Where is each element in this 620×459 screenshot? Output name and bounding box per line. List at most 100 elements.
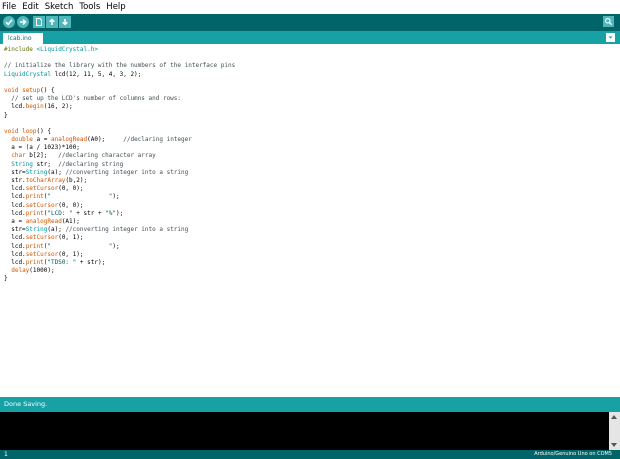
code-token: (0, 0); (58, 185, 84, 193)
code-token: (a); (47, 168, 66, 176)
code-text: #include <LiquidCrystal.h> // initialize … (4, 46, 235, 283)
code-token: lcd. (4, 193, 26, 201)
code-token: (0, 1); (58, 250, 84, 258)
code-token: // set up the LCD's number of columns an… (11, 95, 182, 103)
code-token: String (25, 168, 48, 176)
menu-edit[interactable]: Edit (22, 0, 38, 14)
code-line: lcd.print("TDS0: " + str); (4, 259, 235, 267)
code-token: void (4, 86, 19, 94)
code-line: #include <LiquidCrystal.h> (4, 46, 235, 54)
console-output[interactable] (0, 412, 609, 450)
code-line: lcd.begin(16, 2); (4, 103, 235, 111)
code-token: LiquidCrystal (4, 70, 51, 78)
code-token: begin (25, 103, 44, 111)
code-token: str; (32, 160, 59, 168)
code-token: (16, 2); (43, 103, 73, 111)
arrow-up-icon (49, 18, 55, 25)
code-token: loop (22, 127, 37, 135)
code-token: lcd. (4, 201, 26, 209)
code-token: print (25, 258, 44, 266)
code-token: a = (a / 1023)*100; (4, 144, 80, 152)
code-line: LiquidCrystal lcd(12, 11, 5, 4, 3, 2); (4, 71, 235, 79)
code-line: String str; //declaring string (4, 161, 235, 169)
code-line: // initialize the library with the numbe… (4, 62, 235, 70)
code-line: // set up the LCD's number of columns an… (4, 95, 235, 103)
code-token: "LCD: " (47, 209, 73, 217)
code-token: char (11, 152, 26, 160)
code-token: //declaring string (58, 160, 124, 168)
code-line: str=String(a); //converting integer into… (4, 169, 235, 177)
code-token: lcd. (4, 234, 26, 242)
tab-menu-button[interactable] (606, 33, 615, 42)
code-token: lcd. (4, 250, 26, 258)
code-line: double a = analogRead(A0); //declaring i… (4, 136, 235, 144)
menu-help[interactable]: Help (106, 0, 125, 14)
menu-bar: File Edit Sketch Tools Help (0, 0, 620, 14)
code-line: str=String(a); //converting integer into… (4, 226, 235, 234)
code-token: (0, 1); (58, 234, 84, 242)
code-token: (b,2); (65, 177, 88, 184)
tab-lcab[interactable]: lcab.ino (3, 33, 43, 44)
code-token: double (11, 136, 33, 144)
code-token: str= (4, 168, 26, 176)
code-token: lcd(12, 11, 5, 4, 3, 2); (50, 70, 142, 78)
save-button[interactable] (59, 16, 71, 28)
code-line: lcd.print("LCD: " + str + "%"); (4, 210, 235, 218)
menu-file[interactable]: File (2, 0, 16, 14)
code-token: lcd. (4, 209, 26, 217)
code-token: <LiquidCrystal.h> (36, 46, 98, 53)
code-token: print (25, 242, 44, 250)
code-token: print (25, 209, 44, 217)
code-token: (a); (47, 226, 66, 234)
code-token: String (25, 226, 48, 234)
code-token: void (4, 127, 19, 135)
scroll-down-arrow-icon[interactable] (611, 443, 617, 447)
footer-bar: 1 Arduino/Genuino Uno on COM5 (0, 450, 620, 459)
code-editor[interactable]: #include <LiquidCrystal.h> // initialize … (0, 44, 620, 397)
code-token: b[2]; (25, 152, 59, 160)
verify-button[interactable] (3, 16, 15, 28)
code-token: " " (47, 242, 113, 250)
code-line: a = (a / 1023)*100; (4, 144, 235, 152)
serial-monitor-button[interactable] (603, 16, 614, 27)
scroll-up-arrow-icon[interactable] (611, 415, 617, 419)
code-line: a = analogRead(A1); (4, 218, 235, 226)
board-info: Arduino/Genuino Uno on COM5 (534, 451, 612, 457)
arrow-down-icon (62, 19, 68, 26)
arrow-right-icon (20, 18, 27, 26)
code-token: lcd. (4, 258, 26, 266)
menu-tools[interactable]: Tools (79, 0, 100, 14)
status-bar: Done Saving. (0, 397, 620, 412)
code-token: // initialize the library with the numbe… (4, 62, 236, 70)
code-token: a = (32, 136, 51, 144)
code-token: () { (40, 86, 55, 94)
code-line: void setup() { (4, 87, 235, 95)
code-line: str.toCharArray(b,2); (4, 177, 235, 185)
code-token: setup (22, 86, 41, 94)
code-token: setCursor (25, 250, 59, 258)
code-token: } (4, 275, 8, 283)
code-token: "%" (105, 209, 117, 217)
menu-sketch[interactable]: Sketch (45, 0, 74, 14)
code-token: (A0); (87, 136, 124, 144)
code-token: () { (36, 127, 51, 135)
upload-button[interactable] (17, 16, 29, 28)
code-token: " " (47, 193, 113, 201)
code-line: lcd.setCursor(0, 1); (4, 234, 235, 242)
code-token: (0, 0); (58, 201, 84, 209)
code-token: a = (4, 217, 26, 225)
code-token: + str); (76, 258, 106, 266)
code-token: str= (4, 226, 26, 234)
code-token: //declaring character array (58, 152, 156, 160)
console-scrollbar[interactable] (609, 412, 620, 450)
new-button[interactable] (33, 16, 45, 28)
code-line: } (4, 275, 235, 283)
checkmark-icon (5, 19, 13, 26)
code-token: //converting integer into a string (65, 168, 189, 176)
code-line: char b[2]; //declaring character array (4, 152, 235, 160)
code-token: "TDS0: " (47, 258, 77, 266)
line-number: 1 (4, 451, 8, 458)
open-button[interactable] (46, 16, 58, 28)
code-token: analogRead (50, 136, 88, 144)
